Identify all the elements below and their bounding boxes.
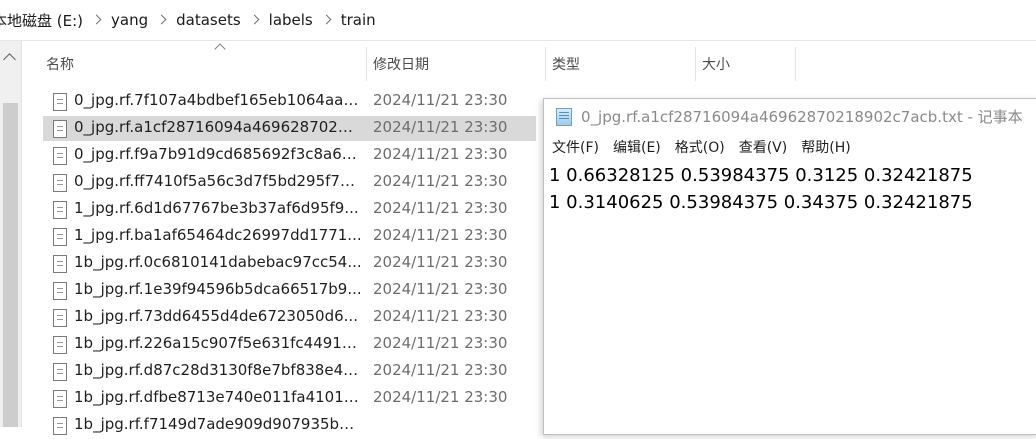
- text-file-icon: [53, 201, 67, 219]
- text-line: 1 0.3140625 0.53984375 0.34375 0.3242187…: [549, 192, 973, 213]
- scroll-up-icon[interactable]: [3, 53, 16, 66]
- notepad-text-area[interactable]: 1 0.66328125 0.53984375 0.3125 0.3242187…: [549, 162, 1036, 434]
- file-date: 2024/11/21 23:30: [373, 253, 508, 271]
- chevron-right-icon[interactable]: [319, 12, 335, 28]
- menu-view[interactable]: 查看(V): [739, 137, 788, 159]
- notepad-title: 0_jpg.rf.a1cf28716094a46962870218902c7ac…: [581, 108, 1023, 126]
- breadcrumb-datasets[interactable]: datasets: [170, 11, 247, 29]
- file-name: 1b_jpg.rf.f7149d7ade909d907935b8...: [74, 415, 362, 433]
- file-name: 1b_jpg.rf.73dd6455d4de6723050d6...: [74, 307, 358, 325]
- file-date: 2024/11/21 23:30: [373, 280, 508, 298]
- file-date: 2024/11/21 23:30: [373, 172, 508, 190]
- text-file-icon: [53, 255, 67, 273]
- column-header-size[interactable]: 大小: [696, 41, 792, 87]
- text-file-icon: [53, 120, 67, 138]
- text-file-icon: [53, 282, 67, 300]
- text-file-icon: [53, 390, 67, 408]
- text-file-icon: [53, 228, 67, 246]
- text-file-icon: [53, 363, 67, 381]
- file-date: 2024/11/21 23:30: [373, 226, 508, 244]
- file-name: 0_jpg.rf.7f107a4bdbef165eb1064aae...: [74, 91, 362, 109]
- column-name-label: 名称: [46, 57, 74, 73]
- notepad-title-bar[interactable]: 0_jpg.rf.a1cf28716094a46962870218902c7ac…: [544, 99, 1036, 134]
- text-file-icon: [53, 417, 67, 435]
- chevron-right-icon[interactable]: [89, 12, 105, 28]
- file-date: 2024/11/21 23:30: [373, 334, 508, 352]
- column-header-name[interactable]: 名称: [40, 41, 366, 87]
- file-date: 2024/11/21 23:30: [373, 145, 508, 163]
- column-type-label: 类型: [552, 57, 580, 73]
- notepad-icon: [556, 107, 572, 126]
- file-name: 1b_jpg.rf.dfbe8713e740e011fa41010...: [74, 388, 362, 406]
- breadcrumb-drive[interactable]: 本地磁盘 (E:): [0, 10, 89, 31]
- column-divider[interactable]: [795, 47, 796, 81]
- breadcrumb-yang[interactable]: yang: [105, 11, 154, 29]
- file-name: 0_jpg.rf.ff7410f5a56c3d7f5bd295f7c...: [74, 172, 362, 190]
- scrollbar-thumb[interactable]: [3, 103, 18, 427]
- column-header-modified[interactable]: 修改日期: [367, 41, 543, 87]
- file-date: 2024/11/21 23:30: [373, 388, 508, 406]
- text-line: 1 0.66328125 0.53984375 0.3125 0.3242187…: [549, 165, 973, 186]
- nav-pane-scrollbar[interactable]: [0, 41, 22, 427]
- file-date: 2024/11/21 23:30: [373, 199, 508, 217]
- text-file-icon: [53, 309, 67, 327]
- chevron-right-icon[interactable]: [247, 12, 263, 28]
- menu-edit[interactable]: 编辑(E): [613, 137, 661, 159]
- text-file-icon: [53, 336, 67, 354]
- file-name: 0_jpg.rf.f9a7b91d9cd685692f3c8a60...: [74, 145, 362, 163]
- file-date: 2024/11/21 23:30: [373, 307, 508, 325]
- chevron-right-icon[interactable]: [154, 12, 170, 28]
- column-modified-label: 修改日期: [373, 57, 429, 73]
- column-header-row: 名称 修改日期 类型 大小: [22, 41, 1036, 87]
- file-date: 2024/11/21 23:30: [373, 91, 508, 109]
- column-header-type[interactable]: 类型: [546, 41, 692, 87]
- breadcrumb-labels[interactable]: labels: [263, 11, 319, 29]
- sort-ascending-icon: [214, 43, 226, 55]
- file-date: 2024/11/21 23:30: [373, 361, 508, 379]
- file-name: 1b_jpg.rf.0c6810141dabebac97cc54...: [74, 253, 362, 271]
- text-file-icon: [53, 174, 67, 192]
- text-file-icon: [53, 93, 67, 111]
- notepad-menu-bar: 文件(F) 编辑(E) 格式(O) 查看(V) 帮助(H): [544, 137, 865, 159]
- text-file-icon: [53, 147, 67, 165]
- file-name: 1b_jpg.rf.d87c28d3130f8e7bf838e4a...: [74, 361, 362, 379]
- file-name: 1b_jpg.rf.1e39f94596b5dca66517b9...: [74, 280, 362, 298]
- file-name: 1b_jpg.rf.226a15c907f5e631fc44912...: [74, 334, 362, 352]
- address-bar[interactable]: 本地磁盘 (E:) yang datasets labels train: [0, 0, 1036, 41]
- breadcrumb-train[interactable]: train: [335, 11, 382, 29]
- file-name: 1_jpg.rf.ba1af65464dc26997dd1771...: [74, 226, 362, 244]
- menu-format[interactable]: 格式(O): [675, 137, 725, 159]
- column-size-label: 大小: [702, 57, 730, 73]
- menu-help[interactable]: 帮助(H): [801, 137, 850, 159]
- file-name: 1_jpg.rf.6d1d67767be3b37af6d95f9...: [74, 199, 359, 217]
- notepad-window[interactable]: 0_jpg.rf.a1cf28716094a46962870218902c7ac…: [543, 98, 1036, 435]
- file-date: 2024/11/21 23:30: [373, 118, 508, 136]
- menu-file[interactable]: 文件(F): [552, 137, 599, 159]
- file-name: 0_jpg.rf.a1cf28716094a46962870218...: [74, 118, 362, 136]
